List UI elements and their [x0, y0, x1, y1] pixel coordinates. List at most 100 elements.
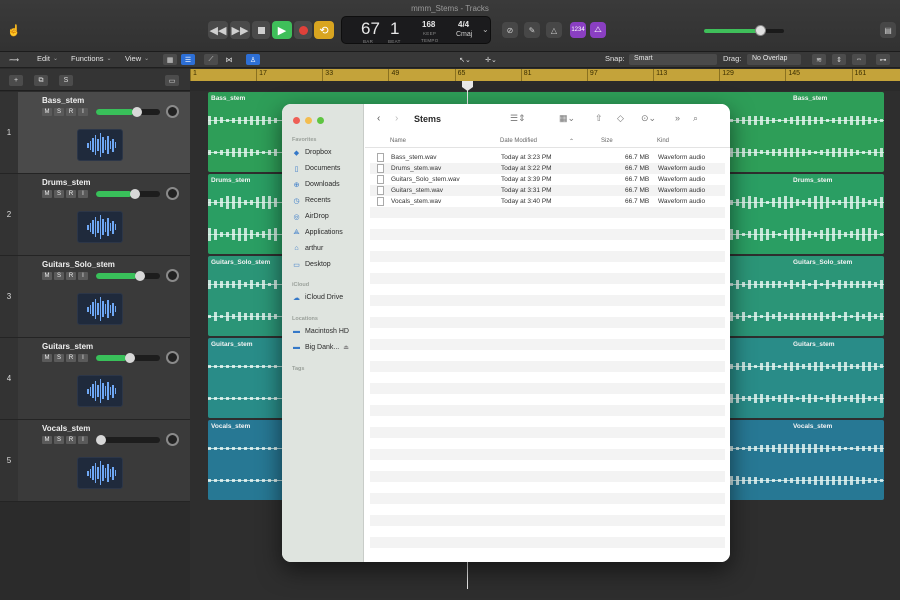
input-monitor-button[interactable]: I: [78, 436, 88, 444]
file-row[interactable]: Guitars_stem.wav Today at 3:31 PM 66.7 MB W…: [370, 185, 725, 196]
track-name[interactable]: Guitars_stem: [42, 342, 93, 351]
file-row[interactable]: Guitars_Solo_stem.wav Today at 3:39 PM 66.…: [370, 174, 725, 185]
minimize-button[interactable]: [305, 117, 312, 124]
track-volume-knob[interactable]: [134, 271, 145, 281]
catch-button[interactable]: ⟿: [7, 54, 21, 65]
metronome-button[interactable]: ✎: [524, 22, 540, 38]
track-name[interactable]: Guitars_Solo_stem: [42, 260, 115, 269]
zoom-fit-button[interactable]: ⇕: [832, 54, 846, 65]
edit-menu[interactable]: Edit ⌄: [37, 54, 58, 63]
input-monitor-button[interactable]: I: [78, 354, 88, 362]
add-track-button[interactable]: +: [9, 75, 23, 86]
sidebar-item-desktop[interactable]: ▭ Desktop: [292, 260, 331, 269]
record-enable-button[interactable]: R: [66, 436, 76, 444]
pan-knob[interactable]: [166, 269, 179, 282]
pan-knob[interactable]: [166, 187, 179, 200]
kind-column-header[interactable]: Kind: [657, 138, 669, 144]
master-volume-knob[interactable]: [755, 25, 766, 36]
solo-button[interactable]: S: [54, 436, 64, 444]
track-header[interactable]: 2 Drums_stem M S R I: [0, 174, 190, 256]
tuner-button[interactable]: ⊘: [502, 22, 518, 38]
mute-button[interactable]: M: [42, 108, 52, 116]
zoom-horizontal-button[interactable]: ⇔: [852, 54, 866, 65]
record-enable-button[interactable]: R: [66, 108, 76, 116]
date-column-header[interactable]: Date Modified: [500, 138, 537, 144]
input-monitor-button[interactable]: I: [78, 272, 88, 280]
zoom-slider-button[interactable]: ⊶: [876, 54, 890, 65]
track-name[interactable]: Drums_stem: [42, 178, 90, 187]
more-button[interactable]: ⊙⌄: [641, 113, 656, 124]
marker-lane[interactable]: [190, 81, 900, 91]
bar-ruler[interactable]: 1 17 33 49 65 81 97 113 129 145 161: [190, 69, 900, 81]
overflow-button[interactable]: »: [675, 113, 680, 123]
size-column-header[interactable]: Size: [601, 138, 613, 144]
mute-button[interactable]: M: [42, 272, 52, 280]
track-volume-slider[interactable]: [96, 271, 160, 281]
grid-view-button[interactable]: ▦: [163, 54, 177, 65]
zoom-button[interactable]: [317, 117, 324, 124]
solo-button[interactable]: S: [54, 272, 64, 280]
pan-knob[interactable]: [166, 105, 179, 118]
name-column-header[interactable]: Name: [390, 138, 406, 144]
solo-button[interactable]: S: [54, 190, 64, 198]
metronome-toggle[interactable]: ⧍: [590, 22, 606, 38]
drag-select[interactable]: No Overlap: [747, 54, 801, 65]
input-monitor-button[interactable]: I: [78, 108, 88, 116]
record-button[interactable]: [294, 21, 312, 39]
view-menu[interactable]: View ⌄: [125, 54, 149, 63]
master-volume-slider[interactable]: [704, 25, 784, 36]
sidebar-item-recents[interactable]: ◷ Recents: [292, 196, 330, 205]
editors-button[interactable]: ▤: [880, 22, 896, 38]
snap-select[interactable]: Smart: [629, 54, 717, 65]
pan-knob[interactable]: [166, 351, 179, 364]
stop-button[interactable]: [252, 21, 270, 39]
sidebar-item-macintosh-hd[interactable]: ▬ Macintosh HD: [292, 327, 349, 336]
back-button[interactable]: ‹: [377, 113, 380, 124]
list-view-toggle[interactable]: ☰⇕: [510, 113, 526, 124]
pan-knob[interactable]: [166, 433, 179, 446]
track-volume-slider[interactable]: [96, 435, 160, 445]
sidebar-item-dropbox[interactable]: ◆ Dropbox: [292, 148, 332, 157]
chevron-down-icon[interactable]: ⌄: [482, 25, 489, 34]
track-volume-knob[interactable]: [129, 189, 140, 199]
sidebar-item-airdrop[interactable]: ◎ AirDrop: [292, 212, 328, 221]
count-in-button[interactable]: △: [546, 22, 562, 38]
track-name[interactable]: Bass_stem: [42, 96, 84, 105]
record-enable-button[interactable]: R: [66, 354, 76, 362]
track-volume-slider[interactable]: [96, 107, 160, 117]
sidebar-item-documents[interactable]: ▯ Documents: [292, 164, 341, 173]
mute-button[interactable]: M: [42, 354, 52, 362]
solo-button[interactable]: S: [54, 354, 64, 362]
track-header[interactable]: 3 Guitars_Solo_stem M S R I: [0, 256, 190, 338]
sidebar-item-downloads[interactable]: ⊕ Downloads: [292, 180, 340, 189]
track-list-button[interactable]: ▭: [165, 75, 179, 86]
close-button[interactable]: [293, 117, 300, 124]
mute-button[interactable]: M: [42, 190, 52, 198]
file-row[interactable]: Bass_stem.wav Today at 3:23 PM 66.7 MB Wave…: [370, 152, 725, 163]
record-enable-button[interactable]: R: [66, 272, 76, 280]
input-monitor-button[interactable]: I: [78, 190, 88, 198]
search-button[interactable]: ⌕: [693, 113, 698, 124]
track-header[interactable]: 1 Bass_stem M S R I: [0, 92, 190, 174]
sidebar-item-big-dank[interactable]: ▬ Big Dank... ⏏: [292, 343, 349, 352]
track-volume-slider[interactable]: [96, 353, 160, 363]
pointer-tool[interactable]: ↖⌄: [458, 54, 472, 65]
cycle-button[interactable]: ⟲: [314, 21, 334, 39]
rewind-button[interactable]: ◀◀: [208, 21, 228, 39]
lcd-display[interactable]: 67 BAR 1 BEAT 168 KEEP TEMPO 4/4 Cmaj ⌄: [341, 16, 491, 44]
forward-button[interactable]: ▶▶: [230, 21, 250, 39]
solo-button[interactable]: S: [54, 108, 64, 116]
track-volume-knob[interactable]: [125, 353, 136, 363]
track-header[interactable]: 4 Guitars_stem M S R I: [0, 338, 190, 420]
sidebar-item-arthur[interactable]: ⌂ arthur: [292, 244, 323, 253]
play-button[interactable]: ▶: [272, 21, 292, 39]
group-button[interactable]: ▦⌄: [559, 113, 575, 124]
share-button[interactable]: ⇧: [595, 113, 603, 124]
list-view-button[interactable]: ☰: [181, 54, 195, 65]
flex-button[interactable]: ⋈: [222, 54, 236, 65]
functions-menu[interactable]: Functions ⌄: [71, 54, 112, 63]
record-enable-button[interactable]: R: [66, 190, 76, 198]
file-row[interactable]: Drums_stem.wav Today at 3:22 PM 66.7 MB Wav…: [370, 163, 725, 174]
eject-icon[interactable]: ⏏: [343, 344, 349, 351]
track-volume-slider[interactable]: [96, 189, 160, 199]
